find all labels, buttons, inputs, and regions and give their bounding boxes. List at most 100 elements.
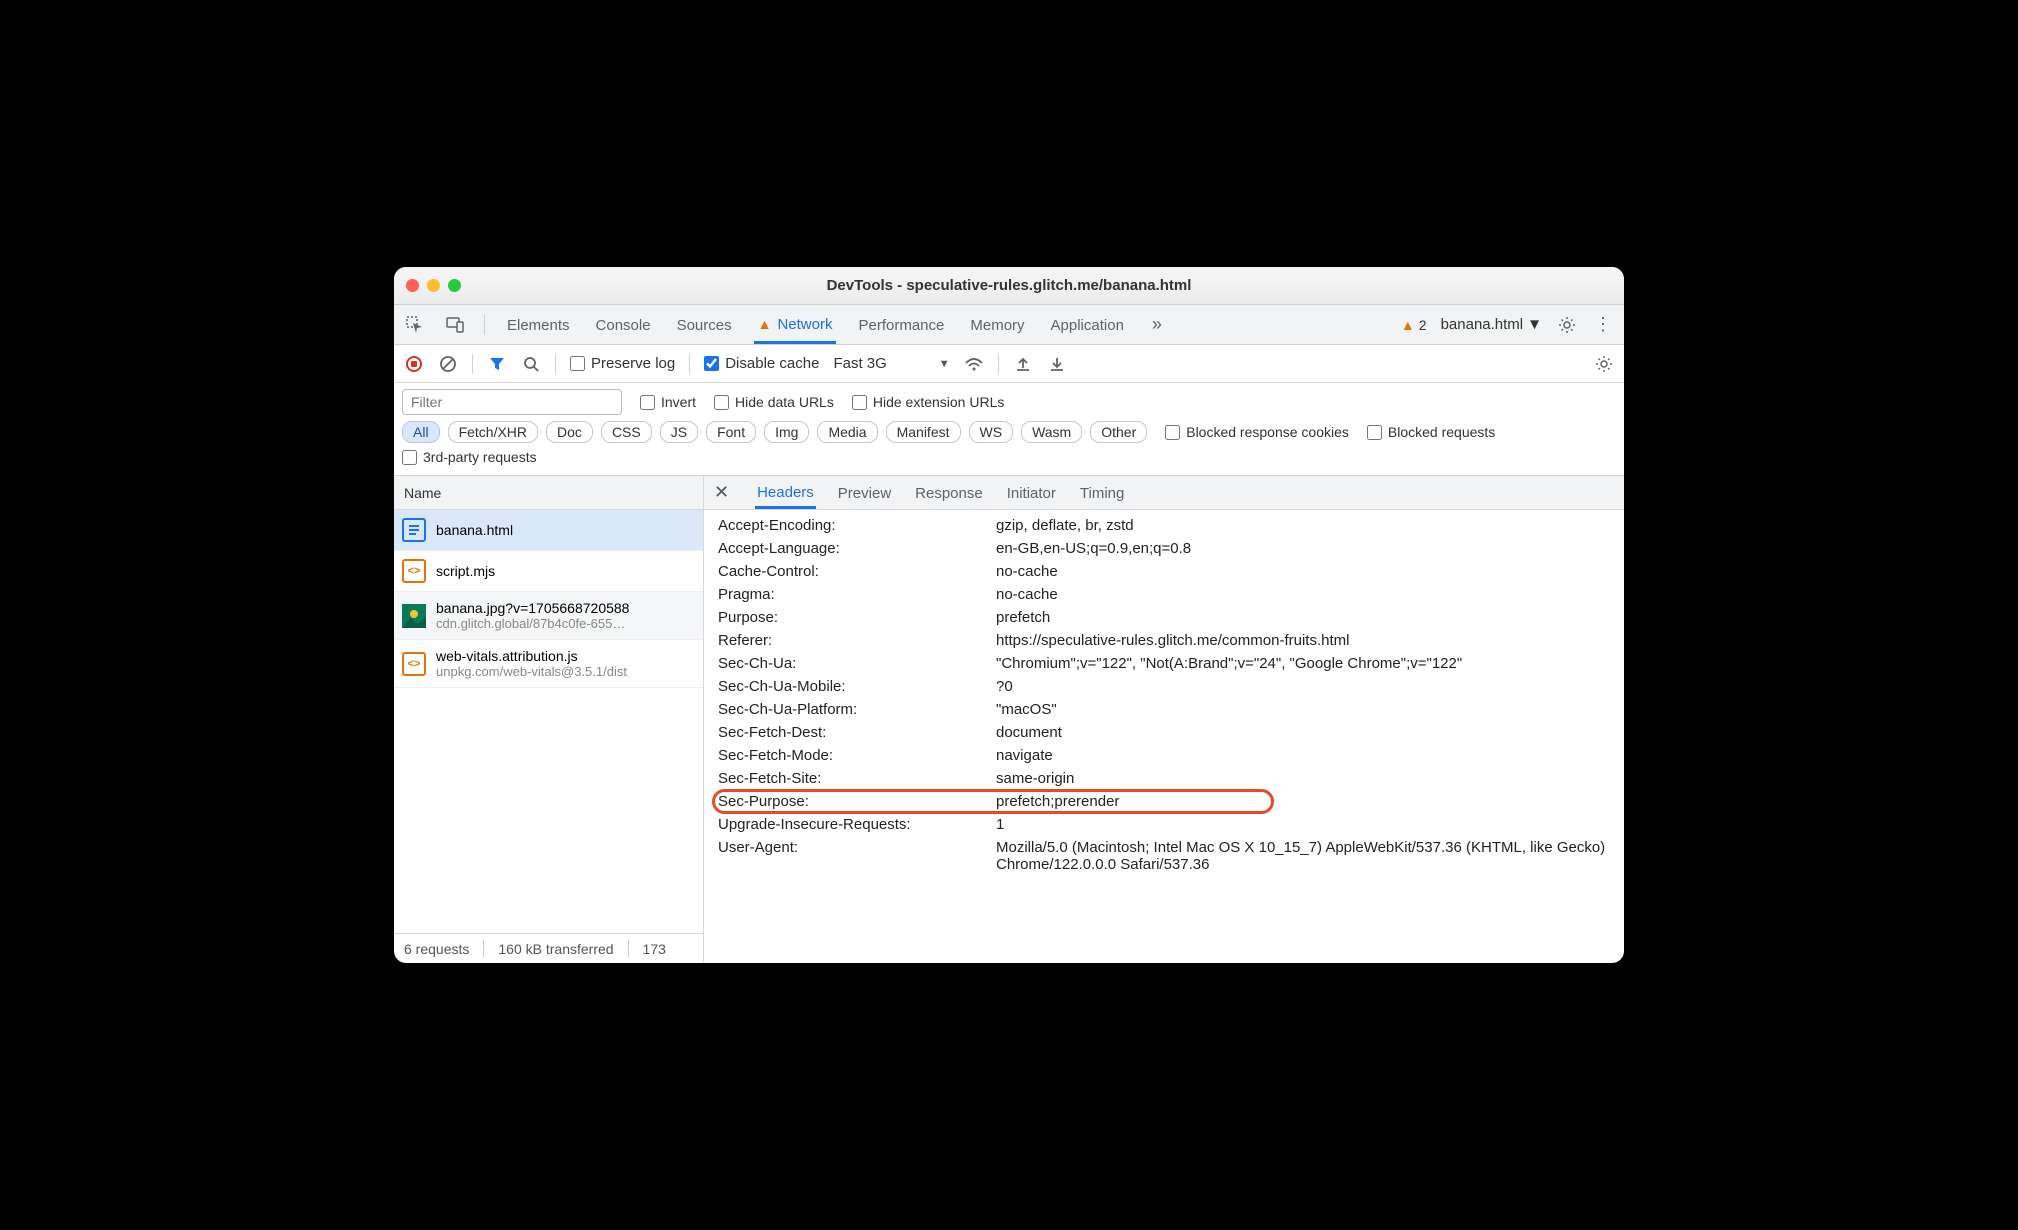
header-value: prefetch	[996, 609, 1624, 626]
detail-tab-timing[interactable]: Timing	[1078, 479, 1126, 507]
header-row: Upgrade-Insecure-Requests:1	[718, 813, 1624, 836]
hide-data-urls-checkbox[interactable]: Hide data URLs	[714, 394, 834, 410]
header-row: Referer:https://speculative-rules.glitch…	[718, 629, 1624, 652]
filter-input[interactable]	[402, 389, 622, 415]
filter-type-manifest[interactable]: Manifest	[886, 421, 961, 443]
filter-type-doc[interactable]: Doc	[546, 421, 593, 443]
inspect-icon[interactable]	[404, 314, 426, 336]
minimize-window-button[interactable]	[427, 279, 440, 292]
request-row[interactable]: <>web-vitals.attribution.jsunpkg.com/web…	[394, 640, 703, 688]
tab-application[interactable]: Application	[1047, 308, 1128, 342]
detail-tab-headers[interactable]: Headers	[755, 478, 816, 509]
header-name: Referer:	[718, 632, 996, 649]
header-value: navigate	[996, 747, 1624, 764]
third-party-checkbox[interactable]: 3rd-party requests	[402, 449, 537, 465]
filter-type-media[interactable]: Media	[817, 421, 877, 443]
search-icon[interactable]	[521, 354, 541, 374]
tab-elements[interactable]: Elements	[503, 308, 574, 342]
header-name: Sec-Ch-Ua:	[718, 655, 996, 672]
filter-type-fetch[interactable]: Fetch/XHR	[448, 421, 538, 443]
detail-tabs: ✕ Headers Preview Response Initiator Tim…	[704, 476, 1624, 510]
close-window-button[interactable]	[406, 279, 419, 292]
filter-type-all[interactable]: All	[402, 421, 440, 443]
preserve-log-checkbox[interactable]: Preserve log	[570, 355, 675, 372]
header-row: Sec-Purpose:prefetch;prerender	[718, 790, 1624, 813]
issues-count[interactable]: ▲ 2	[1401, 317, 1427, 333]
tab-performance[interactable]: Performance	[854, 308, 948, 342]
filter-type-img[interactable]: Img	[764, 421, 809, 443]
tab-console[interactable]: Console	[592, 308, 655, 342]
header-value: https://speculative-rules.glitch.me/comm…	[996, 632, 1624, 649]
tab-network[interactable]: ▲ Network	[754, 307, 837, 344]
header-name: Purpose:	[718, 609, 996, 626]
detail-tab-initiator[interactable]: Initiator	[1005, 479, 1058, 507]
filter-type-wasm[interactable]: Wasm	[1021, 421, 1082, 443]
header-row: Purpose:prefetch	[718, 606, 1624, 629]
status-truncated: 173	[643, 941, 666, 957]
header-name: Pragma:	[718, 586, 996, 603]
filter-icon[interactable]	[487, 354, 507, 374]
request-detail: ✕ Headers Preview Response Initiator Tim…	[704, 476, 1624, 963]
status-requests: 6 requests	[404, 941, 469, 957]
header-value: document	[996, 724, 1624, 741]
clear-icon[interactable]	[438, 354, 458, 374]
tab-network-label: Network	[777, 316, 832, 333]
disable-cache-checkbox[interactable]: Disable cache	[704, 355, 819, 372]
headers-panel[interactable]: Accept-Encoding:gzip, deflate, br, zstdA…	[704, 510, 1624, 963]
kebab-menu-icon[interactable]: ⋮	[1592, 314, 1614, 336]
column-header-name[interactable]: Name	[394, 476, 703, 510]
tab-sources[interactable]: Sources	[673, 308, 736, 342]
header-row: Sec-Ch-Ua:"Chromium";v="122", "Not(A:Bra…	[718, 652, 1624, 675]
window-controls	[406, 279, 461, 292]
header-name: Sec-Ch-Ua-Platform:	[718, 701, 996, 718]
record-button[interactable]	[404, 354, 424, 374]
header-name: Accept-Language:	[718, 540, 996, 557]
header-row: Accept-Language:en-GB,en-US;q=0.9,en;q=0…	[718, 537, 1624, 560]
request-name: banana.jpg?v=1705668720588	[436, 600, 629, 616]
titlebar: DevTools - speculative-rules.glitch.me/b…	[394, 267, 1624, 305]
filter-type-other[interactable]: Other	[1090, 421, 1147, 443]
blocked-requests-checkbox[interactable]: Blocked requests	[1367, 424, 1495, 440]
context-label: banana.html	[1441, 316, 1524, 333]
header-name: Accept-Encoding:	[718, 517, 996, 534]
filter-type-js[interactable]: JS	[660, 421, 698, 443]
header-name: Cache-Control:	[718, 563, 996, 580]
download-icon[interactable]	[1047, 354, 1067, 374]
header-row: Sec-Ch-Ua-Platform:"macOS"	[718, 698, 1624, 721]
throttling-select[interactable]: Fast 3G ▼	[833, 355, 949, 372]
detail-tab-response[interactable]: Response	[913, 479, 985, 507]
chevron-down-icon: ▼	[1527, 316, 1542, 333]
blocked-cookies-checkbox[interactable]: Blocked response cookies	[1165, 424, 1349, 440]
status-transferred: 160 kB transferred	[498, 941, 613, 957]
header-name: Sec-Purpose:	[718, 793, 996, 810]
header-value: "macOS"	[996, 701, 1624, 718]
script-icon: <>	[402, 559, 426, 583]
request-row[interactable]: banana.html	[394, 510, 703, 551]
upload-icon[interactable]	[1013, 354, 1033, 374]
invert-checkbox[interactable]: Invert	[640, 394, 696, 410]
filter-type-css[interactable]: CSS	[601, 421, 652, 443]
detail-tab-preview[interactable]: Preview	[836, 479, 893, 507]
network-conditions-icon[interactable]	[964, 354, 984, 374]
header-value: no-cache	[996, 563, 1624, 580]
header-value: en-GB,en-US;q=0.9,en;q=0.8	[996, 540, 1624, 557]
script-icon: <>	[402, 652, 426, 676]
context-selector[interactable]: banana.html ▼	[1441, 316, 1542, 333]
filter-type-font[interactable]: Font	[706, 421, 756, 443]
header-value: no-cache	[996, 586, 1624, 603]
more-tabs-icon[interactable]: »	[1146, 314, 1168, 336]
close-icon[interactable]: ✕	[714, 482, 735, 503]
disable-cache-label: Disable cache	[725, 355, 819, 372]
device-icon[interactable]	[444, 314, 466, 336]
filter-type-ws[interactable]: WS	[969, 421, 1014, 443]
preserve-log-label: Preserve log	[591, 355, 675, 372]
request-row[interactable]: banana.jpg?v=1705668720588cdn.glitch.glo…	[394, 592, 703, 640]
request-domain: cdn.glitch.global/87b4c0fe-655…	[436, 616, 629, 631]
request-row[interactable]: <>script.mjs	[394, 551, 703, 592]
zoom-window-button[interactable]	[448, 279, 461, 292]
tab-memory[interactable]: Memory	[966, 308, 1028, 342]
hide-extension-urls-checkbox[interactable]: Hide extension URLs	[852, 394, 1005, 410]
gear-icon[interactable]	[1556, 314, 1578, 336]
header-name: Sec-Fetch-Mode:	[718, 747, 996, 764]
gear-icon[interactable]	[1594, 354, 1614, 374]
